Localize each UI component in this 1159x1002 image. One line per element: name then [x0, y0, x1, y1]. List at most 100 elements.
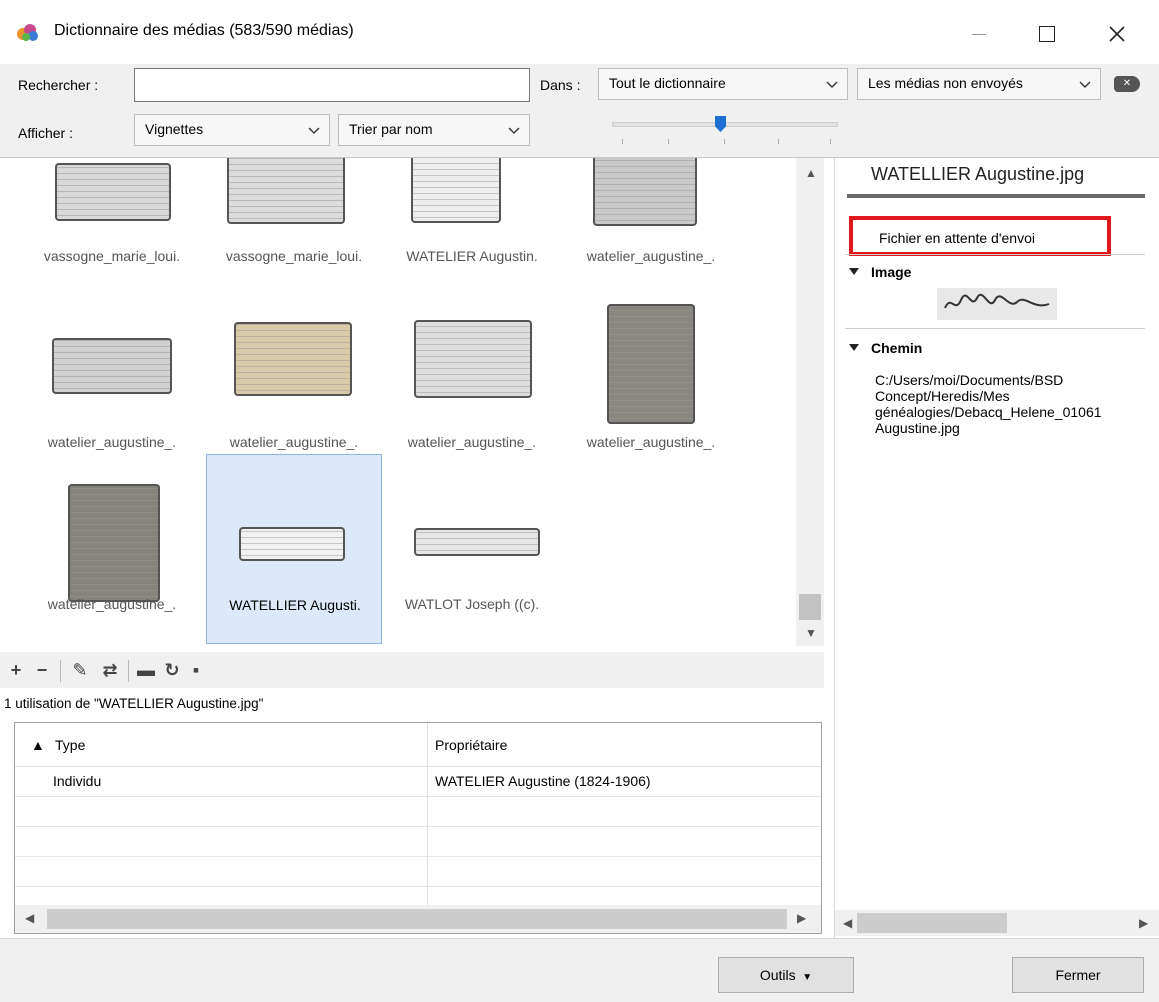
thumbnail-caption: watelier_augustine_. [229, 434, 359, 450]
clear-icon: ✕ [1122, 78, 1132, 89]
media-thumbnail[interactable]: vassogne_marie_loui. [24, 158, 200, 298]
remove-icon[interactable]: − [32, 660, 52, 680]
usage-table: ▲ Type Propriétaire Individu WATELIER Au… [14, 722, 822, 934]
scroll-right-icon[interactable]: ▶ [1139, 916, 1148, 930]
title-underline [847, 194, 1145, 198]
table-row-empty [15, 857, 821, 887]
minimize-button[interactable] [956, 14, 1002, 54]
media-file-name: WATELLIER Augustine.jpg [871, 164, 1085, 184]
upload-status: Fichier en attente d'envoi [849, 216, 1111, 256]
sort-asc-icon[interactable]: ▲ [31, 737, 45, 753]
folder-icon[interactable]: ▬ [136, 660, 156, 680]
sort-select[interactable]: Trier par nom [338, 114, 530, 146]
scroll-left-icon[interactable]: ◀ [25, 911, 34, 925]
thumbnail-caption: watelier_augustine_. [586, 248, 716, 264]
thumbnail-image [55, 163, 171, 221]
media-thumbnail[interactable]: watelier_augustine_. [24, 454, 200, 644]
add-icon[interactable]: + [6, 660, 26, 680]
media-details-panel: WATELLIER Augustine.jpg Fichier en atten… [834, 158, 1159, 938]
media-thumbnail[interactable]: WATELLIER Augusti. [206, 454, 382, 644]
display-label: Afficher : [18, 125, 73, 141]
save-icon[interactable]: ▪ [186, 660, 206, 680]
image-section-header[interactable]: Image [849, 264, 911, 280]
image-section-label: Image [871, 264, 912, 280]
media-thumbnail[interactable]: watelier_augustine_. [563, 158, 739, 298]
scope-label: Dans : [540, 77, 581, 93]
thumbnail-caption: WATELIER Augustin. [406, 248, 538, 264]
column-header-type[interactable]: Type [55, 737, 85, 753]
media-thumbnail[interactable]: WATLOT Joseph ((c). [384, 454, 560, 644]
thumbnail-image [234, 322, 352, 396]
refresh-icon[interactable]: ↻ [162, 660, 182, 680]
scroll-up-icon[interactable]: ▲ [805, 166, 817, 180]
maximize-button[interactable] [1024, 14, 1070, 54]
slider-tick [830, 139, 831, 144]
chevron-down-icon [1079, 81, 1091, 88]
table-row[interactable]: Individu WATELIER Augustine (1824-1906) [15, 767, 821, 797]
close-window-button[interactable] [1094, 14, 1140, 54]
search-label: Rechercher : [18, 77, 99, 93]
display-select[interactable]: Vignettes [134, 114, 330, 146]
scope-select-value: Tout le dictionnaire [609, 75, 726, 91]
toolbar-separator [128, 660, 129, 682]
scrollbar-thumb[interactable] [857, 913, 1007, 933]
image-preview [937, 288, 1057, 320]
clear-filter-button[interactable]: ✕ [1114, 76, 1140, 92]
scrollbar-thumb[interactable] [47, 909, 787, 929]
tools-menu-button[interactable]: Outils ▼ [718, 957, 854, 993]
filter-select[interactable]: Les médias non envoyés [857, 68, 1101, 100]
column-header-owner[interactable]: Propriétaire [435, 737, 507, 753]
scroll-right-icon[interactable]: ▶ [797, 911, 806, 925]
table-horizontal-scrollbar[interactable]: ◀ ▶ [15, 905, 821, 933]
row-type: Individu [53, 773, 102, 789]
thumbnail-image [68, 484, 160, 602]
table-row-empty [15, 797, 821, 827]
app-icon [17, 24, 38, 41]
thumbnail-image [607, 304, 695, 424]
thumbnail-caption: watelier_augustine_. [407, 434, 537, 450]
row-owner: WATELIER Augustine (1824-1906) [435, 773, 651, 789]
thumbnail-image [239, 527, 345, 561]
path-section-label: Chemin [871, 340, 923, 356]
media-file-path: C:/Users/moi/Documents/BSD Concept/Hered… [875, 372, 1102, 436]
usage-summary: 1 utilisation de "WATELLIER Augustine.jp… [4, 696, 264, 711]
thumbnail-caption: WATLOT Joseph ((c). [404, 596, 540, 612]
media-thumbnail[interactable]: vassogne_marie_loui. [206, 158, 382, 298]
chevron-down-icon [826, 81, 838, 88]
scroll-down-icon[interactable]: ▼ [805, 626, 817, 640]
edit-icon[interactable]: ✎ [70, 660, 90, 680]
table-header: ▲ Type Propriétaire [15, 723, 821, 767]
chevron-down-icon [508, 127, 520, 134]
thumbnail-caption: WATELLIER Augusti. [229, 597, 361, 613]
grid-vertical-scrollbar[interactable]: ▲ ▼ [796, 158, 824, 646]
thumbnail-image [414, 320, 532, 398]
media-thumbnail[interactable]: WATELIER Augustin. [384, 158, 560, 298]
merge-icon[interactable]: ⇄ [100, 660, 120, 680]
close-icon [1109, 26, 1125, 42]
thumbnail-image [411, 158, 501, 223]
path-section-header[interactable]: Chemin [849, 340, 922, 356]
display-select-value: Vignettes [145, 121, 204, 137]
expand-triangle-icon [849, 344, 859, 351]
thumbnail-caption: vassogne_marie_loui. [43, 248, 181, 264]
close-button[interactable]: Fermer [1012, 957, 1144, 993]
scroll-left-icon[interactable]: ◀ [843, 916, 852, 930]
thumbnail-image [227, 158, 345, 224]
scrollbar-thumb[interactable] [799, 594, 821, 620]
minimize-icon [972, 33, 986, 35]
thumbnail-caption: watelier_augustine_. [586, 434, 716, 450]
slider-tick [622, 139, 623, 144]
media-thumbnail[interactable]: watelier_augustine_. [563, 304, 739, 494]
scope-select[interactable]: Tout le dictionnaire [598, 68, 848, 100]
media-thumbnail-grid: vassogne_marie_loui. vassogne_marie_loui.… [0, 158, 796, 646]
search-input[interactable] [134, 68, 530, 102]
slider-tick [724, 139, 725, 144]
dialog-footer: Outils ▼ Fermer [0, 938, 1159, 1002]
maximize-icon [1039, 26, 1055, 42]
slider-tick [668, 139, 669, 144]
caret-down-icon: ▼ [799, 972, 813, 983]
window-title: Dictionnaire des médias (583/590 médias) [54, 22, 354, 39]
table-row-empty [15, 827, 821, 857]
sort-select-value: Trier par nom [349, 121, 433, 137]
panel-horizontal-scrollbar[interactable]: ◀ ▶ [835, 910, 1159, 936]
